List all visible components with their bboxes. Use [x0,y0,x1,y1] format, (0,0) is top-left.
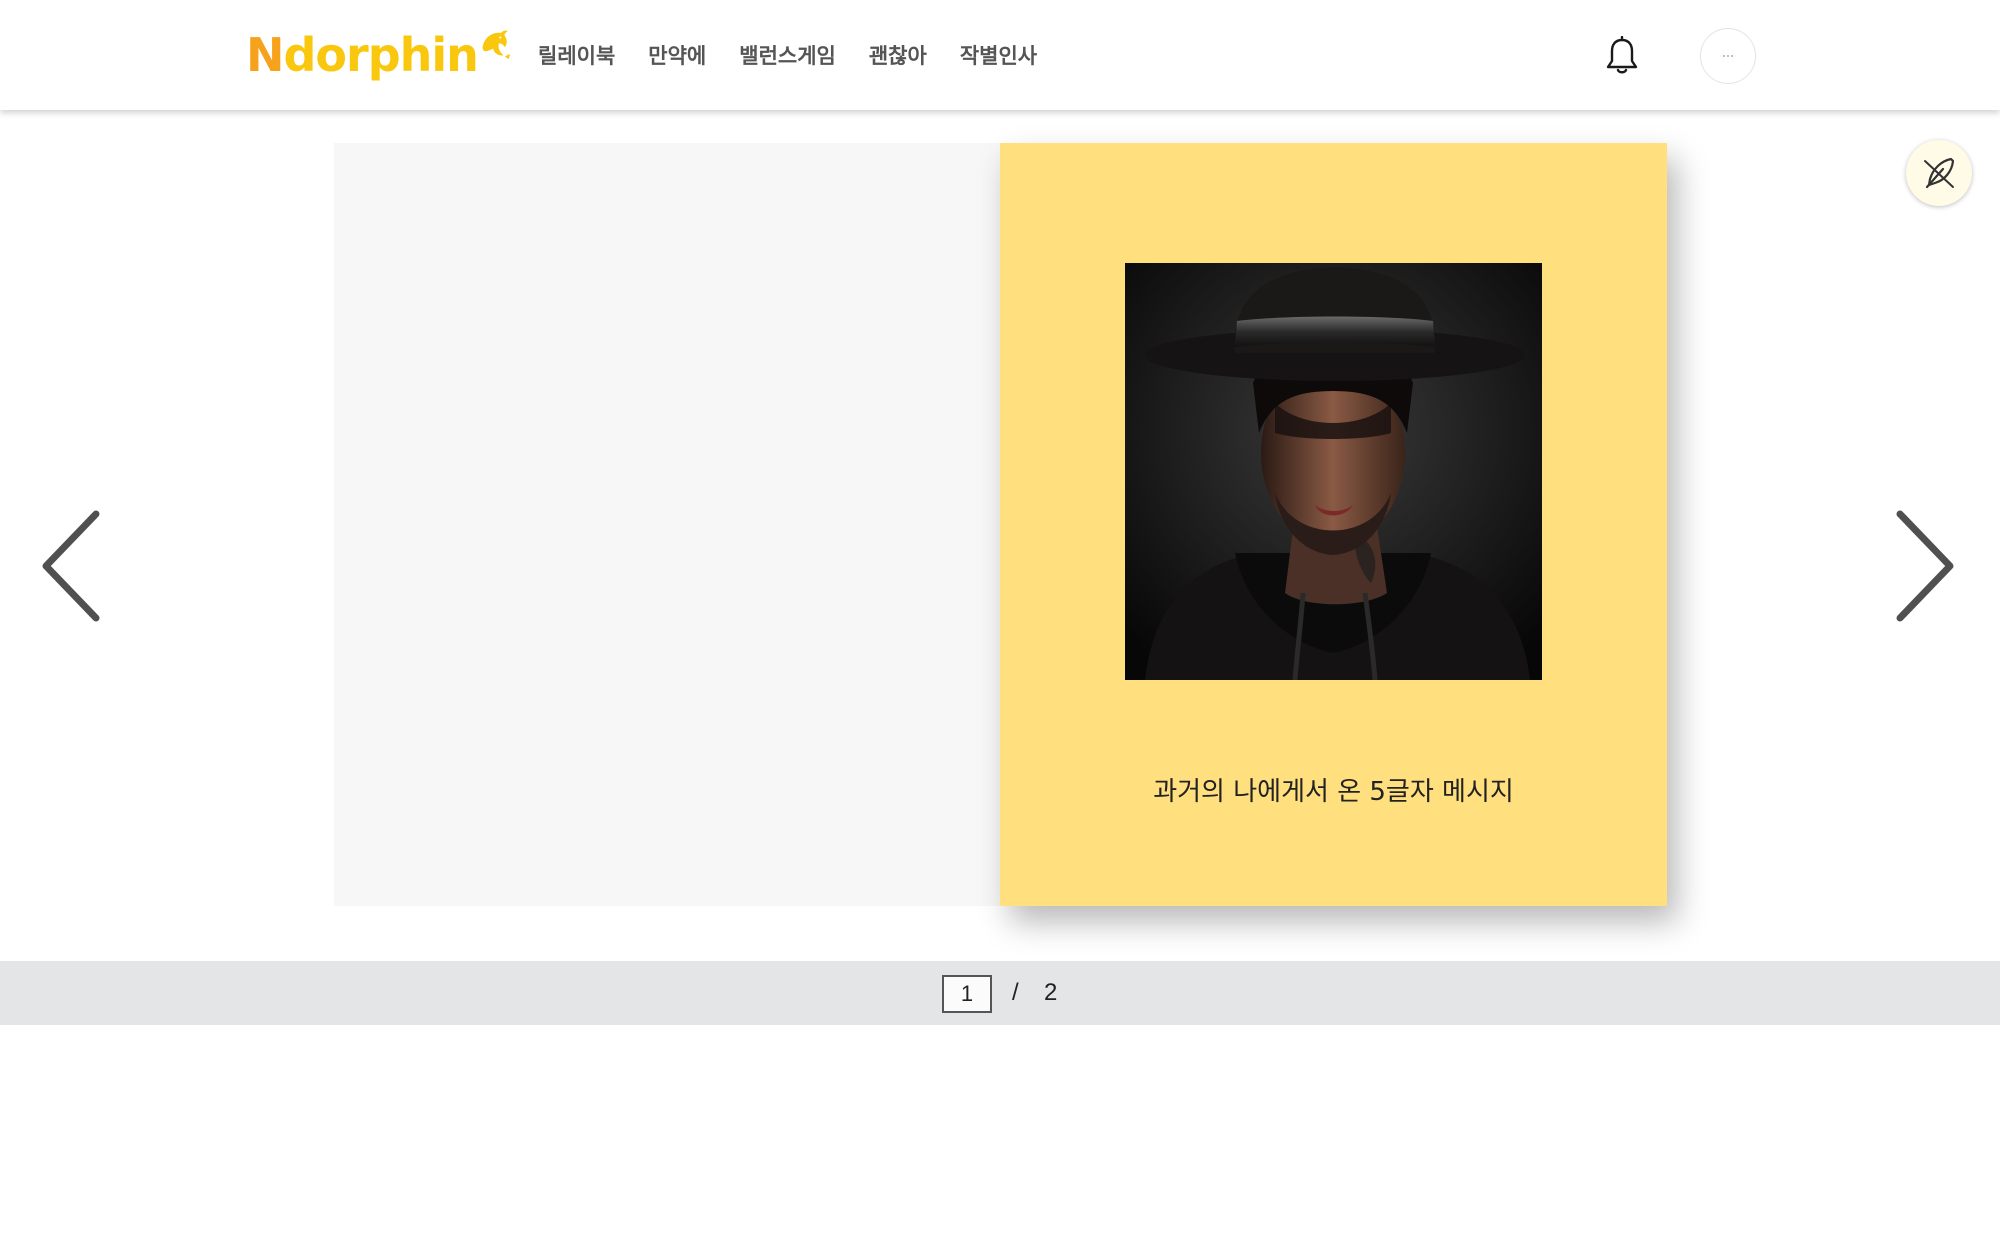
pagination-bar: 1 / 2 [0,961,2000,1025]
bell-icon[interactable] [1604,36,1640,76]
nav-farewell[interactable]: 작별인사 [960,40,1037,70]
main-nav: 릴레이북 만약에 밸런스게임 괜찮아 작별인사 [538,38,1037,72]
avatar-placeholder-icon [1723,55,1733,57]
nav-its-okay[interactable]: 괜찮아 [869,40,927,70]
total-pages: 2 [1044,979,1058,1006]
feather-pen-icon [1924,157,1955,189]
nav-balance-game[interactable]: 밸런스게임 [739,40,836,70]
nav-what-if[interactable]: 만약에 [648,40,706,70]
logo-text: Ndorphin [246,28,479,82]
relay-book-viewer: 과거의 나에게서 온 5글자 메시지 [334,143,1667,906]
floating-write-button[interactable] [1906,140,1972,206]
chevron-left-icon[interactable] [38,508,104,624]
chevron-right-icon[interactable] [1892,508,1958,624]
current-page-input[interactable]: 1 [942,975,992,1013]
book-left-page [334,143,1000,906]
cover-image [1125,263,1542,680]
man-in-black-hat-illustration [1125,263,1542,680]
nav-relay-book[interactable]: 릴레이북 [538,40,615,70]
profile-avatar[interactable] [1700,28,1756,84]
book-cover-title: 과거의 나에게서 온 5글자 메시지 [1153,777,1514,807]
dolphin-icon [482,30,510,60]
ndorphin-logo[interactable]: Ndorphin [246,22,510,88]
top-navbar: Ndorphin 릴레이북 만약에 밸런스게임 괜찮아 작별인사 [0,0,2000,110]
book-cover-page[interactable]: 과거의 나에게서 온 5글자 메시지 [1000,143,1667,906]
page-separator: / [1012,979,1019,1006]
